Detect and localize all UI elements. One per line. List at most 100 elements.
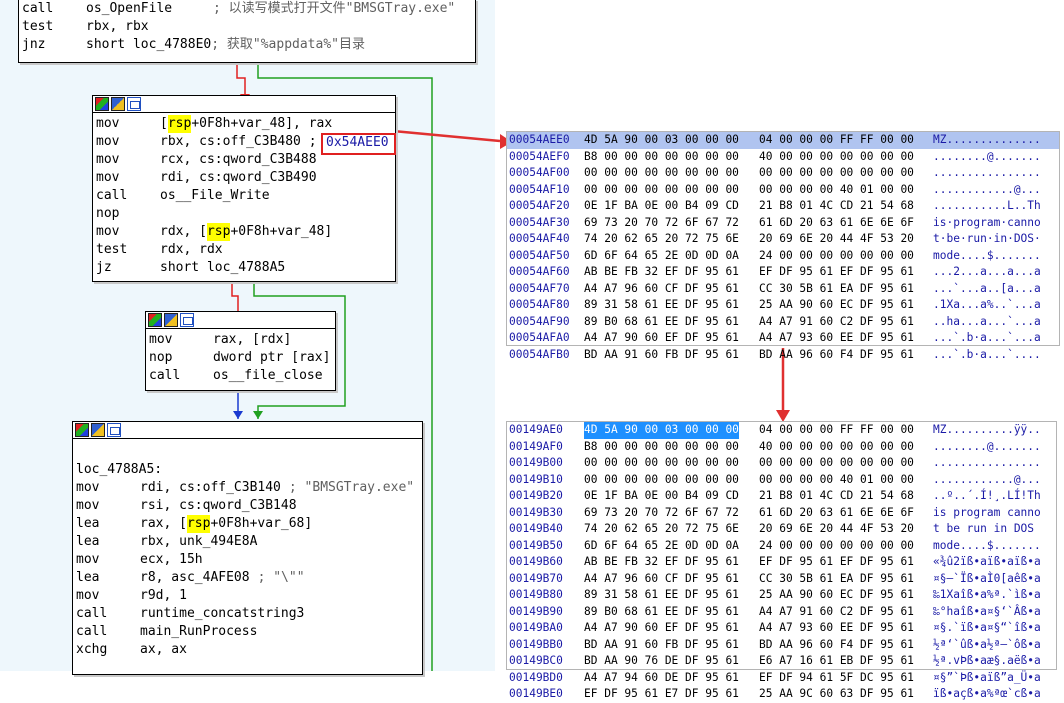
asm-line[interactable]: nop [96, 205, 395, 223]
hex-bytes[interactable]: 04 00 00 00 FF FF 00 00 [759, 422, 914, 439]
asm-line[interactable]: mov rax, [rdx] [149, 331, 335, 349]
hex-row[interactable]: 00149BD0 A4 A7 94 60 DE DF 95 61 EF DF 94 … [507, 670, 1056, 687]
hex-ascii[interactable]: ïß•açß•a%ªœ`cß•a [933, 686, 1041, 703]
hex-row[interactable]: 00149B50 6D 6F 64 65 2E 0D 0D 0A 24 00 00 … [507, 538, 1056, 555]
hex-ascii[interactable]: ........@....... [933, 439, 1041, 456]
hex-row[interactable]: 00054AF50 6D 6F 64 65 2E 0D 0D 0A 24 00 00… [507, 248, 1059, 265]
hex-bytes[interactable]: EF DF 95 61 EF DF 95 61 [759, 264, 914, 281]
asm-line[interactable]: mov [rsp+0F8h+var_48], rax [96, 115, 395, 133]
hex-ascii[interactable]: ‰1Xaîß•a%ª.`ìß•a [933, 587, 1041, 604]
register-highlight[interactable]: rsp [206, 223, 231, 241]
hex-ascii[interactable]: MZ.............. [933, 132, 1041, 149]
asm-line[interactable]: mov rdx, [rsp+0F8h+var_48] [96, 223, 395, 241]
asm-line[interactable]: lea r8, asc_4AFE08 ; "\"" [76, 569, 422, 587]
hex-bytes[interactable]: 4D 5A 90 00 03 00 00 00 [584, 132, 739, 149]
hex-bytes[interactable]: BD AA 96 60 F4 DF 95 61 [759, 637, 914, 654]
code-block-close[interactable]: mov rax, [rdx] nop dword ptr [rax] call os_… [145, 311, 336, 391]
hex-bytes[interactable]: A4 A7 90 60 EF DF 95 61 [584, 330, 739, 347]
hex-row[interactable]: 00054AF30 69 73 20 70 72 6F 67 72 61 6D 20… [507, 215, 1059, 232]
hex-ascii[interactable]: ¤§–`Ïß•aÌ0[aêß•a [933, 571, 1041, 588]
hex-bytes[interactable]: 00 00 00 00 00 00 00 00 [759, 165, 914, 182]
asm-line[interactable]: jz short loc_4788A5 [96, 259, 395, 277]
hex-ascii[interactable]: ...`.b·a...`.... [933, 347, 1041, 364]
hex-row[interactable]: 00149BE0 EF DF 95 61 E7 DF 95 61 25 AA 9C … [507, 686, 1056, 703]
hex-row[interactable]: 00149AF0 B8 00 00 00 00 00 00 00 40 00 00 … [507, 439, 1056, 456]
hex-bytes[interactable]: BD AA 90 76 DE DF 95 61 [584, 653, 739, 670]
block-label[interactable]: loc_4788A5: [76, 461, 422, 479]
hex-bytes[interactable]: 6D 6F 64 65 2E 0D 0D 0A [584, 538, 739, 555]
hex-row[interactable]: 00149B10 00 00 00 00 00 00 00 00 00 00 00 … [507, 472, 1056, 489]
asm-line[interactable]: jnz short loc_4788E0; 获取"%appdata%"目录 [22, 36, 475, 54]
hex-row[interactable]: 00149B30 69 73 20 70 72 6F 67 72 61 6D 20 … [507, 505, 1056, 522]
hex-ascii[interactable]: ............@... [933, 182, 1041, 199]
code-block-write[interactable]: mov [rsp+0F8h+var_48], rax mov rbx, cs:off_… [92, 95, 396, 282]
hex-bytes[interactable]: 6D 6F 64 65 2E 0D 0D 0A [584, 248, 739, 265]
edit-icon[interactable] [111, 97, 125, 111]
hex-bytes[interactable]: 04 00 00 00 FF FF 00 00 [759, 132, 914, 149]
graph-icon[interactable] [180, 313, 194, 327]
hex-bytes[interactable]: A4 A7 91 60 C2 DF 95 61 [759, 604, 914, 621]
asm-line[interactable]: mov rsi, cs:qword_C3B148 [76, 497, 422, 515]
hex-row[interactable]: 00149B60 AB BE FB 32 EF DF 95 61 EF DF 95 … [507, 554, 1056, 571]
graph-icon[interactable] [107, 423, 121, 437]
hex-bytes[interactable]: BD AA 91 60 FB DF 95 61 [584, 637, 739, 654]
edit-icon[interactable] [91, 423, 105, 437]
hex-row[interactable]: 00149B70 A4 A7 96 60 CF DF 95 61 CC 30 5B … [507, 571, 1056, 588]
asm-line[interactable]: test rbx, rbx [22, 18, 475, 36]
hex-bytes[interactable]: 89 B0 68 61 EE DF 95 61 [584, 314, 739, 331]
hex-ascii[interactable]: ........@....... [933, 149, 1041, 166]
hex-ascii[interactable]: ¤§.`ïß•a¤§“`îß•a [933, 620, 1041, 637]
hex-bytes[interactable]: A4 A7 94 60 DE DF 95 61 [584, 670, 739, 687]
hex-bytes[interactable]: E6 A7 16 61 EB DF 95 61 [759, 653, 914, 670]
hex-ascii[interactable]: ..º..´.Í!¸.LÍ!Th [933, 488, 1041, 505]
hex-bytes[interactable]: A4 A7 91 60 C2 DF 95 61 [759, 314, 914, 331]
hex-ascii[interactable]: is program canno [933, 505, 1041, 522]
code-block-runprocess[interactable]: loc_4788A5: mov rdi, cs:off_C3B140 ; "BMSG… [72, 421, 423, 675]
hex-row[interactable]: 00054AEF0 B8 00 00 00 00 00 00 00 40 00 00… [507, 149, 1059, 166]
hex-ascii[interactable]: ¤§”`Þß•aïß”a_Ü•a [933, 670, 1041, 687]
hex-bytes[interactable]: A4 A7 93 60 EE DF 95 61 [759, 330, 914, 347]
hex-bytes[interactable]: AB BE FB 32 EF DF 95 61 [584, 264, 739, 281]
register-highlight[interactable]: rsp [186, 515, 211, 533]
asm-line[interactable]: call os__file_close [149, 367, 335, 385]
hex-row[interactable]: 00054AF40 74 20 62 65 20 72 75 6E 20 69 6E… [507, 231, 1059, 248]
hex-ascii[interactable]: .1Xa...a%..`...a [933, 297, 1041, 314]
hex-ascii[interactable]: ‰°haîß•a¤§‘`Âß•a [933, 604, 1041, 621]
hex-bytes[interactable]: B8 00 00 00 00 00 00 00 [584, 149, 739, 166]
hex-bytes[interactable]: 00 00 00 00 40 01 00 00 [759, 182, 914, 199]
hex-ascii[interactable]: ................ [933, 165, 1041, 182]
hex-bytes[interactable]: 24 00 00 00 00 00 00 00 [759, 248, 914, 265]
hex-row[interactable]: 00149BA0 A4 A7 90 60 EF DF 95 61 A4 A7 93 … [507, 620, 1056, 637]
hex-ascii[interactable]: ...2...a...a...a [933, 264, 1041, 281]
hex-row[interactable]: 00054AF10 00 00 00 00 00 00 00 00 00 00 00… [507, 182, 1059, 199]
color-icon[interactable] [75, 423, 89, 437]
hex-bytes[interactable]: 00 00 00 00 00 00 00 00 [584, 472, 739, 489]
hex-ascii[interactable]: MZ..........ÿÿ.. [933, 422, 1041, 439]
edit-icon[interactable] [164, 313, 178, 327]
hex-bytes[interactable]: 4D 5A 90 00 03 00 00 00 [584, 422, 739, 439]
hex-row[interactable]: 00149AE0 4D 5A 90 00 03 00 00 00 04 00 00 … [507, 422, 1056, 439]
asm-line[interactable]: mov rdi, cs:qword_C3B490 [96, 169, 395, 187]
hex-bytes[interactable]: 25 AA 90 60 EC DF 95 61 [759, 587, 914, 604]
asm-line[interactable]: call os__File_Write [96, 187, 395, 205]
hex-bytes[interactable]: 69 73 20 70 72 6F 67 72 [584, 215, 739, 232]
color-icon[interactable] [95, 97, 109, 111]
hex-row[interactable]: 00149BC0 BD AA 90 76 DE DF 95 61 E6 A7 16 … [507, 653, 1056, 670]
asm-line[interactable]: call runtime_concatstring3 [76, 605, 422, 623]
hex-row[interactable]: 00054AFB0 BD AA 91 60 FB DF 95 61 BD AA 96… [507, 347, 1059, 364]
hex-ascii[interactable]: ...........L..Th [933, 198, 1041, 215]
hex-bytes[interactable]: 25 AA 9C 60 63 DF 95 61 [759, 686, 914, 703]
hex-row[interactable]: 00149B20 0E 1F BA 0E 00 B4 09 CD 21 B8 01 … [507, 488, 1056, 505]
hex-row[interactable]: 00054AF80 89 31 58 61 EE DF 95 61 25 AA 90… [507, 297, 1059, 314]
hex-bytes[interactable]: 89 31 58 61 EE DF 95 61 [584, 297, 739, 314]
hex-ascii[interactable]: ..ha...a...`...a [933, 314, 1041, 331]
hex-bytes[interactable]: 69 73 20 70 72 6F 67 72 [584, 505, 739, 522]
hex-bytes[interactable]: BD AA 96 60 F4 DF 95 61 [759, 347, 914, 364]
hex-bytes[interactable]: 74 20 62 65 20 72 75 6E [584, 231, 739, 248]
hex-bytes[interactable]: 20 69 6E 20 44 4F 53 20 [759, 231, 914, 248]
hex-row[interactable]: 00149B80 89 31 58 61 EE DF 95 61 25 AA 90 … [507, 587, 1056, 604]
hex-ascii[interactable]: is·program·canno [933, 215, 1041, 232]
hex-ascii[interactable]: ...`...a..[a...a [933, 281, 1041, 298]
code-block-top[interactable]: call os_OpenFile; 以读写模式打开文件"BMSGTray.exe"… [18, 0, 476, 63]
hex-row[interactable]: 00149BB0 BD AA 91 60 FB DF 95 61 BD AA 96 … [507, 637, 1056, 654]
